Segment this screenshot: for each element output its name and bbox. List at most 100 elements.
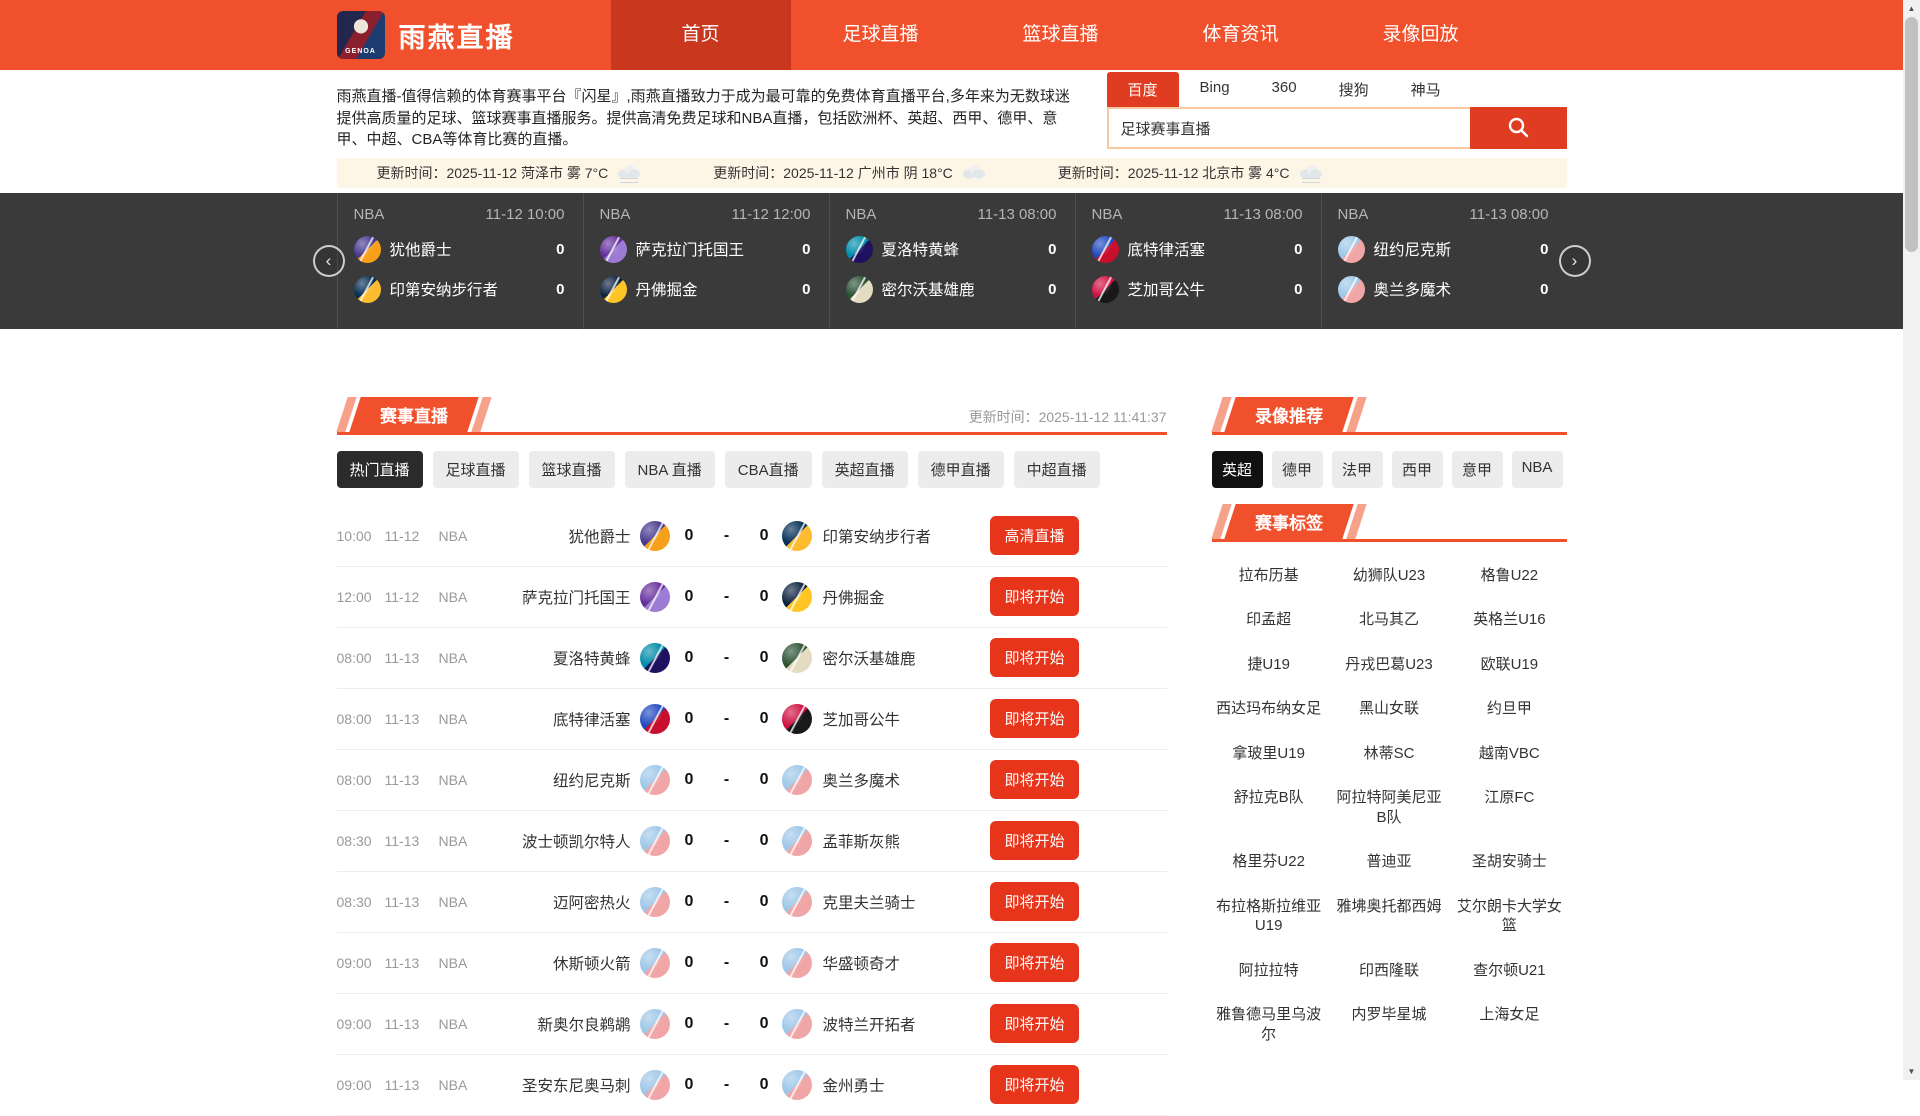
live-filter-tab[interactable]: 英超直播 (821, 450, 908, 488)
nav-item[interactable]: 篮球直播 (971, 0, 1151, 70)
tag-link[interactable]: 江原FC (1452, 788, 1566, 827)
tag-link[interactable]: 印西隆联 (1332, 961, 1446, 981)
tag-link[interactable]: 欧联U19 (1452, 655, 1566, 675)
match-status-button[interactable]: 即将开始 (990, 638, 1079, 677)
match-status-button[interactable]: 即将开始 (990, 760, 1079, 799)
scroll-down-icon[interactable]: ▼ (1903, 1063, 1920, 1080)
tag-link[interactable]: 英格兰U16 (1452, 610, 1566, 630)
scroll-up-icon[interactable]: ▲ (1903, 0, 1920, 17)
tag-link[interactable]: 雅坲奥托都西姆 (1332, 897, 1446, 936)
live-filter-tab[interactable]: NBA 直播 (624, 450, 715, 488)
search-engine-tab[interactable]: 搜狗 (1318, 72, 1390, 107)
match-row[interactable]: 10:00 11-12 NBA 犹他爵士 0 - 0 印第安纳步行者 高清直播 (336, 506, 1167, 567)
search-engine-tab[interactable]: Bing (1179, 72, 1251, 107)
match-date: 11-12 (384, 588, 420, 605)
carousel-card[interactable]: NBA 11-12 10:00 犹他爵士 0 印第安纳步行者 0 (336, 192, 583, 329)
match-row[interactable]: 09:00 11-13 NBA 休斯顿火箭 0 - 0 华盛顿奇才 即将开始 (336, 933, 1167, 994)
live-filter-tab[interactable]: CBA直播 (724, 450, 812, 488)
tag-link[interactable]: 拿玻里U19 (1212, 744, 1326, 764)
match-score: 0 - 0 (680, 1015, 772, 1033)
tag-link[interactable]: 北马其乙 (1332, 610, 1446, 630)
tag-link[interactable]: 越南VBC (1452, 744, 1566, 764)
video-category-tab[interactable]: 英超 (1211, 450, 1263, 488)
carousel-card[interactable]: NBA 11-13 08:00 夏洛特黄蜂 0 密尔沃基雄鹿 0 (828, 192, 1075, 329)
video-category-tab[interactable]: 意甲 (1451, 450, 1503, 488)
carousel-card[interactable]: NBA 11-13 08:00 底特律活塞 0 芝加哥公牛 0 (1074, 192, 1321, 329)
tag-link[interactable]: 林蒂SC (1332, 744, 1446, 764)
tag-link[interactable]: 艾尔朗卡大学女篮 (1452, 897, 1566, 936)
match-row[interactable]: 08:30 11-13 NBA 波士顿凯尔特人 0 - 0 孟菲斯灰熊 即将开始 (336, 811, 1167, 872)
tag-link[interactable]: 雅鲁德马里乌波尔 (1212, 1005, 1326, 1044)
live-filter-tab[interactable]: 足球直播 (432, 450, 519, 488)
tag-link[interactable]: 拉布历基 (1212, 566, 1326, 586)
tag-link[interactable]: 阿拉拉特 (1212, 961, 1326, 981)
carousel-next-button[interactable]: › (1558, 244, 1591, 277)
tag-link[interactable]: 圣胡安骑士 (1452, 852, 1566, 872)
match-league: NBA (438, 710, 468, 727)
live-filter-tab[interactable]: 德甲直播 (917, 450, 1004, 488)
nav-item[interactable]: 体育资讯 (1151, 0, 1331, 70)
match-status-button[interactable]: 即将开始 (990, 943, 1079, 982)
nav-item[interactable]: 足球直播 (791, 0, 971, 70)
tag-link[interactable]: 幼狮队U23 (1332, 566, 1446, 586)
tag-link[interactable]: 黑山女联 (1332, 699, 1446, 719)
live-filter-tab[interactable]: 中超直播 (1013, 450, 1100, 488)
score-separator: - (723, 770, 730, 788)
search-engine-tab[interactable]: 百度 (1106, 72, 1179, 107)
match-row[interactable]: 08:30 11-13 NBA 迈阿密热火 0 - 0 克里夫兰骑士 即将开始 (336, 872, 1167, 933)
match-row[interactable]: 12:00 11-12 NBA 萨克拉门托国王 0 - 0 丹佛掘金 即将开始 (336, 567, 1167, 628)
live-filter-tab[interactable]: 热门直播 (336, 450, 423, 488)
nav-item[interactable]: 录像回放 (1331, 0, 1511, 70)
match-time: 08:30 (336, 832, 372, 849)
match-status-button[interactable]: 即将开始 (990, 821, 1079, 860)
match-status-button[interactable]: 即将开始 (990, 1004, 1079, 1043)
match-row[interactable]: 09:00 11-13 NBA 新奥尔良鹈鹕 0 - 0 波特兰开拓者 即将开始 (336, 994, 1167, 1055)
search-button[interactable] (1469, 107, 1567, 149)
live-filter-tab[interactable]: 篮球直播 (528, 450, 615, 488)
video-category-tab[interactable]: 西甲 (1391, 450, 1443, 488)
match-status-button[interactable]: 高清直播 (990, 516, 1079, 555)
tag-link[interactable]: 印孟超 (1212, 610, 1326, 630)
video-category-tab[interactable]: 法甲 (1331, 450, 1383, 488)
home-team-name: 底特律活塞 (1127, 242, 1206, 259)
match-status-button[interactable]: 即将开始 (990, 882, 1079, 921)
scrollbar[interactable]: ▲ ▼ (1903, 0, 1920, 1080)
carousel-card[interactable]: NBA 11-12 12:00 萨克拉门托国王 0 丹佛掘金 0 (582, 192, 829, 329)
match-status-button[interactable]: 即将开始 (990, 1065, 1079, 1104)
tag-link[interactable]: 西达玛布纳女足 (1212, 699, 1326, 719)
video-category-tab[interactable]: NBA (1511, 450, 1563, 488)
carousel-card[interactable]: NBA 11-13 08:00 纽约尼克斯 0 奥兰多魔术 0 (1320, 192, 1567, 329)
away-team-name: 波特兰开拓者 (822, 1016, 916, 1034)
search-input[interactable] (1106, 107, 1470, 149)
scrollbar-thumb[interactable] (1905, 17, 1918, 252)
tag-link[interactable]: 约旦甲 (1452, 699, 1566, 719)
match-status-button[interactable]: 即将开始 (990, 699, 1079, 738)
match-row[interactable]: 08:00 11-13 NBA 夏洛特黄蜂 0 - 0 密尔沃基雄鹿 即将开始 (336, 628, 1167, 689)
tag-link[interactable]: 丹戎巴葛U23 (1332, 655, 1446, 675)
away-team-logo (782, 886, 813, 917)
tag-link[interactable]: 捷U19 (1212, 655, 1326, 675)
match-time: 09:00 (336, 1076, 372, 1093)
tag-link[interactable]: 格鲁U22 (1452, 566, 1566, 586)
tag-link[interactable]: 内罗毕星城 (1332, 1005, 1446, 1044)
match-status-button[interactable]: 即将开始 (990, 577, 1079, 616)
match-row[interactable]: 08:00 11-13 NBA 底特律活塞 0 - 0 芝加哥公牛 即将开始 (336, 689, 1167, 750)
tag-link[interactable]: 格里芬U22 (1212, 852, 1326, 872)
nav-item[interactable]: 首页 (610, 0, 791, 70)
tag-link[interactable]: 布拉格斯拉维亚U19 (1212, 897, 1326, 936)
home-team-score: 0 (1540, 240, 1549, 258)
tag-link[interactable]: 阿拉特阿美尼亚B队 (1332, 788, 1446, 827)
site-description: 雨燕直播-值得信赖的体育赛事平台『闪星』,雨燕直播致力于成为最可靠的免费体育直播… (336, 88, 1070, 148)
tag-link[interactable]: 舒拉克B队 (1212, 788, 1326, 827)
search-engine-tab[interactable]: 360 (1251, 72, 1318, 107)
tag-link[interactable]: 普迪亚 (1332, 852, 1446, 872)
match-row[interactable]: 09:00 11-13 NBA 圣安东尼奥马刺 0 - 0 金州勇士 即将开始 (336, 1055, 1167, 1116)
tag-link[interactable]: 上海女足 (1452, 1005, 1566, 1044)
carousel-prev-button[interactable]: ‹ (312, 244, 345, 277)
search-engine-tab[interactable]: 神马 (1390, 72, 1462, 107)
video-category-tab[interactable]: 德甲 (1271, 450, 1323, 488)
site-logo[interactable]: GENOA (336, 11, 385, 59)
away-score: 0 (759, 770, 769, 788)
match-row[interactable]: 08:00 11-13 NBA 纽约尼克斯 0 - 0 奥兰多魔术 即将开始 (336, 750, 1167, 811)
tag-link[interactable]: 查尔顿U21 (1452, 961, 1566, 981)
